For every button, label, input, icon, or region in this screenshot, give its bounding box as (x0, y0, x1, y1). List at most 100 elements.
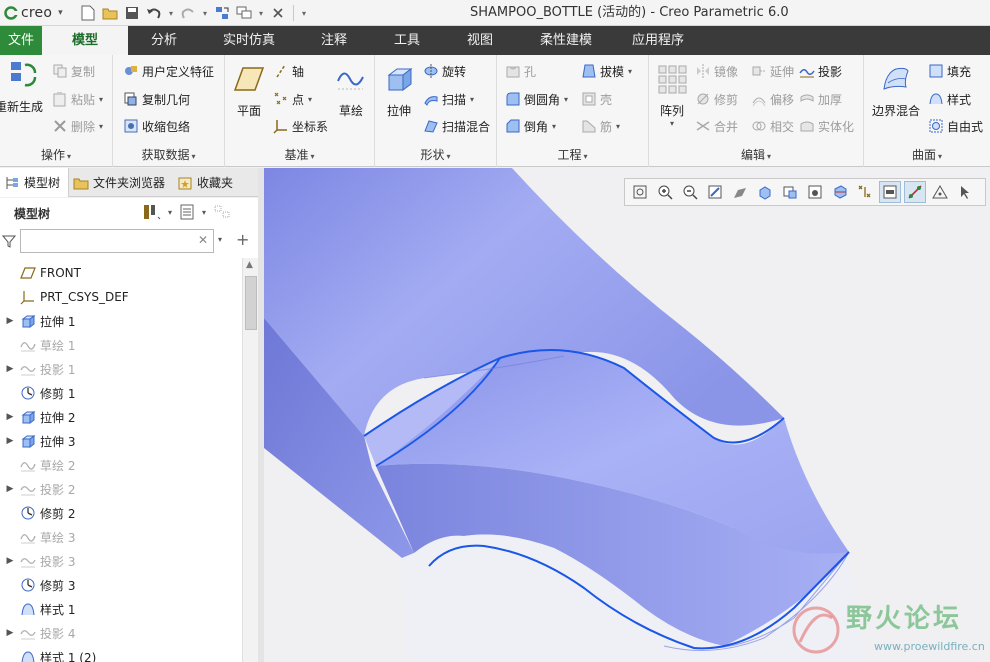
group-get-data-label[interactable]: 获取数据 ▾ (113, 146, 224, 163)
tree-node[interactable]: 草绘 1 (0, 334, 242, 356)
chevron-down-icon[interactable]: ▾ (168, 208, 172, 217)
tree-node[interactable]: ▶ 拉伸 2 (0, 406, 242, 428)
display-style-icon[interactable] (729, 181, 751, 203)
tree-filter-settings-icon[interactable] (212, 203, 232, 221)
tree-node[interactable]: 草绘 2 (0, 454, 242, 476)
graphics-viewport[interactable] (264, 168, 990, 662)
tree-node[interactable]: ▶ 拉伸 3 (0, 430, 242, 452)
tree-node[interactable]: ▶ 投影 1 (0, 358, 242, 380)
tree-node[interactable]: 修剪 3 (0, 574, 242, 596)
revolve-button[interactable]: 旋转 (423, 61, 466, 81)
expand-arrow-icon[interactable]: ▶ (3, 436, 17, 446)
fill-button[interactable]: 填充 (928, 61, 971, 81)
tab-view[interactable]: 视图 (444, 26, 516, 55)
tree-node[interactable]: PRT_CSYS_DEF (0, 286, 242, 308)
rib-button[interactable]: 筋 ▾ (581, 116, 620, 136)
tree-node[interactable]: ▶ 拉伸 1 (0, 310, 242, 332)
app-menu[interactable]: creo ▾ (4, 4, 63, 22)
group-surfaces-label[interactable]: 曲面 ▾ (864, 146, 990, 163)
section-icon[interactable] (829, 181, 851, 203)
tree-node[interactable]: 草绘 3 (0, 526, 242, 548)
scroll-up-icon[interactable]: ▲ (246, 260, 253, 270)
style-button[interactable]: 样式 (928, 89, 971, 109)
save-icon[interactable] (122, 3, 142, 23)
regenerate-small-icon[interactable] (212, 3, 232, 23)
expand-arrow-icon[interactable]: ▶ (3, 316, 17, 326)
group-editing-label[interactable]: 编辑 ▾ (649, 146, 863, 163)
udf-button[interactable]: 用户定义特征 (123, 61, 214, 81)
copy-geometry-button[interactable]: 复制几何 (123, 89, 190, 109)
tab-flexible-modeling[interactable]: 柔性建模 (516, 26, 616, 55)
group-engineering-label[interactable]: 工程 ▾ (497, 146, 648, 163)
open-folder-icon[interactable] (100, 3, 120, 23)
redo-dropdown-icon[interactable]: ▾ (200, 9, 210, 18)
tab-favorites[interactable]: 收藏夹 (173, 168, 241, 197)
pattern-button[interactable]: 阵列 ▾ (653, 63, 691, 128)
trim-button[interactable]: 修剪 (695, 89, 738, 109)
annotation-display-icon[interactable] (879, 181, 901, 203)
add-filter-icon[interactable]: + (236, 230, 249, 249)
perspective-icon[interactable] (804, 181, 826, 203)
chevron-down-icon[interactable]: ▾ (202, 208, 206, 217)
tree-node[interactable]: ▶ 投影 4 (0, 622, 242, 644)
tab-model-tree[interactable]: 模型树 (0, 168, 70, 197)
undo-dropdown-icon[interactable]: ▾ (166, 9, 176, 18)
windows-icon[interactable] (234, 3, 254, 23)
tree-show-icon[interactable] (178, 203, 196, 221)
expand-arrow-icon[interactable]: ▶ (3, 556, 17, 566)
swept-blend-button[interactable]: 扫描混合 (423, 116, 490, 136)
plane-button[interactable]: 平面 (229, 63, 269, 119)
expand-arrow-icon[interactable]: ▶ (3, 364, 17, 374)
boundary-blend-button[interactable]: 边界混合 (868, 63, 924, 119)
tree-node[interactable]: ▶ 投影 2 (0, 478, 242, 500)
new-file-icon[interactable] (78, 3, 98, 23)
clear-search-icon[interactable]: ✕ (198, 233, 208, 247)
solidify-button[interactable]: 实体化 (799, 116, 854, 136)
hole-button[interactable]: 孔 (505, 61, 536, 81)
model-shampoo-bottle[interactable] (264, 168, 990, 662)
freestyle-button[interactable]: 自由式 (928, 116, 983, 136)
paste-button[interactable]: 粘贴 ▾ (52, 89, 103, 109)
datum-display-filters-icon[interactable] (854, 181, 876, 203)
intersect-button[interactable]: 相交 (751, 116, 794, 136)
tree-node[interactable]: ▶ 投影 3 (0, 550, 242, 572)
copy-button[interactable]: 复制 (52, 61, 95, 81)
filter-icon[interactable] (2, 234, 16, 248)
tab-file[interactable]: 文件 (0, 26, 42, 55)
tree-node[interactable]: 样式 1 (2) (0, 646, 242, 662)
expand-arrow-icon[interactable]: ▶ (3, 412, 17, 422)
chevron-down-icon[interactable]: ▾ (218, 235, 222, 244)
tab-analysis[interactable]: 分析 (128, 26, 200, 55)
repaint-icon[interactable] (704, 181, 726, 203)
group-operations-label[interactable]: 操作 ▾ (0, 146, 112, 163)
tree-scroll-thumb[interactable] (245, 276, 257, 330)
shell-button[interactable]: 壳 (581, 89, 612, 109)
refit-icon[interactable] (629, 181, 651, 203)
shrinkwrap-button[interactable]: 收缩包络 (123, 116, 190, 136)
tree-node[interactable]: FRONT (0, 262, 242, 284)
tab-tools[interactable]: 工具 (370, 26, 444, 55)
axis-button[interactable]: 轴 (273, 61, 304, 81)
tab-model[interactable]: 模型 (42, 26, 128, 55)
tree-settings-icon[interactable] (142, 203, 162, 221)
group-datum-label[interactable]: 基准 ▾ (225, 146, 374, 163)
draft-button[interactable]: 拔模 ▾ (581, 61, 632, 81)
annotation-warning-icon[interactable] (929, 181, 951, 203)
windows-dropdown-icon[interactable]: ▾ (256, 9, 266, 18)
extend-button[interactable]: 延伸 (751, 61, 794, 81)
tree-node[interactable]: 修剪 1 (0, 382, 242, 404)
spin-center-icon[interactable] (904, 181, 926, 203)
tree-node[interactable]: 样式 1 (0, 598, 242, 620)
tab-folder-browser[interactable]: 文件夹浏览器 (69, 168, 173, 197)
tree-node[interactable]: 修剪 2 (0, 502, 242, 524)
extrude-button[interactable]: 拉伸 (379, 63, 419, 119)
close-window-icon[interactable] (268, 3, 288, 23)
point-button[interactable]: 点 ▾ (273, 89, 312, 109)
csys-button[interactable]: 坐标系 (273, 116, 328, 136)
delete-button[interactable]: 删除 ▾ (52, 116, 103, 136)
round-button[interactable]: 倒圆角 ▾ (505, 89, 568, 109)
tab-applications[interactable]: 应用程序 (616, 26, 700, 55)
merge-button[interactable]: 合并 (695, 116, 738, 136)
thicken-button[interactable]: 加厚 (799, 89, 842, 109)
tab-annotate[interactable]: 注释 (298, 26, 370, 55)
